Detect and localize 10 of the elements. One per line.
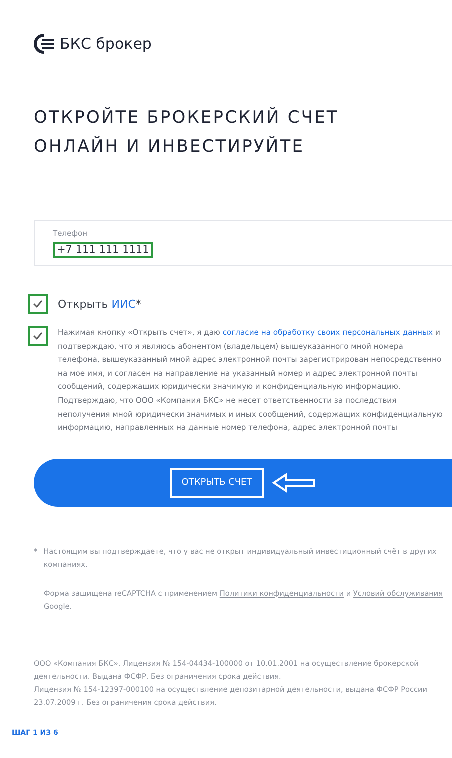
checkmark-icon — [33, 300, 43, 308]
checkbox[interactable] — [28, 326, 48, 346]
checkmark-icon — [33, 332, 43, 340]
logo-text: БКС брокер — [60, 35, 152, 53]
open-account-button[interactable]: ОТКРЫТЬ СЧЕТ — [34, 458, 452, 507]
iis-link[interactable]: ИИС — [112, 298, 136, 310]
checkbox-label: Открыть ИИС* — [58, 298, 142, 310]
page-heading: ОТКРОЙТЕ БРОКЕРСКИЙ СЧЕТ ОНЛАЙН И ИНВЕСТИРУЙТЕ — [34, 106, 340, 159]
logo-icon — [34, 34, 54, 54]
checkbox[interactable] — [28, 294, 48, 314]
